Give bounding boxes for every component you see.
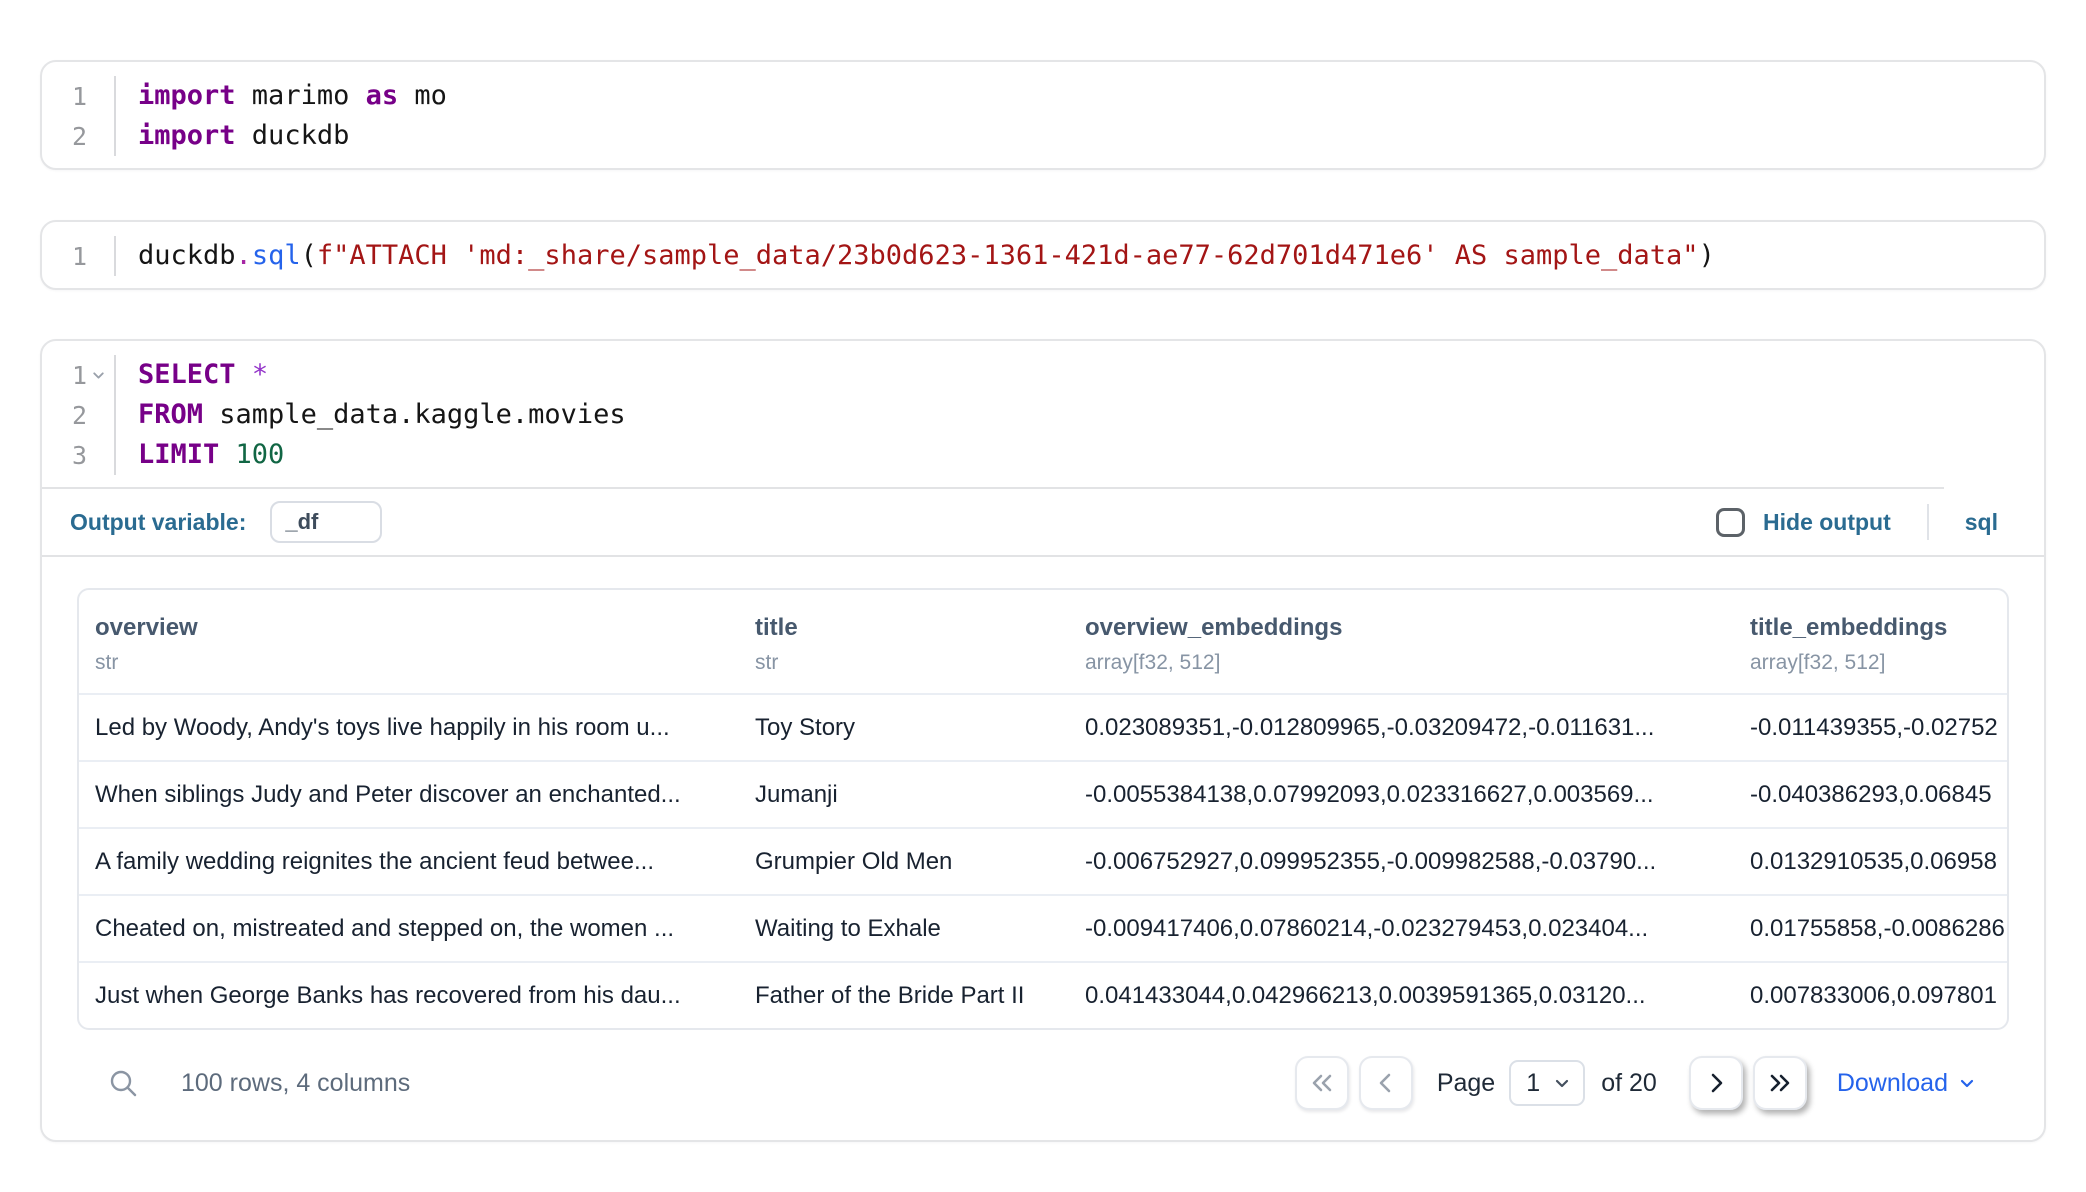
table-cell: Toy Story [739, 714, 1069, 742]
table-cell: A family wedding reignites the ancient f… [79, 848, 739, 876]
table-cell: 0.007833006,0.097801 [1734, 982, 2007, 1010]
fold-chevron-icon[interactable] [90, 367, 107, 384]
table-cell: -0.009417406,0.07860214,-0.023279453,0.0… [1069, 915, 1734, 943]
dataframe-table: overview str title str overview_embeddingsar… [77, 588, 2009, 1030]
output-variable-label: Output variable: [70, 509, 246, 536]
hide-output-label[interactable]: Hide output [1763, 509, 1891, 536]
code-cell-imports: 12 import marimo as moimport duckdb [40, 60, 2046, 170]
code-content[interactable]: duckdb.sql(f"ATTACH 'md:_share/sample_da… [116, 236, 2044, 276]
table-cell: Waiting to Exhale [739, 915, 1069, 943]
table-cell: 0.0132910535,0.06958 [1734, 848, 2007, 876]
code-line: FROM sample_data.kaggle.movies [138, 395, 2044, 435]
table-cell: Jumanji [739, 781, 1069, 809]
table-header-row: overview str title str overview_embeddingsar… [79, 590, 2007, 693]
line-number: 2 [42, 116, 114, 156]
line-number-gutter: 12 [42, 76, 116, 156]
sql-cell: 123 SELECT *FROM sample_data.kaggle.movi… [40, 339, 2046, 1142]
row-count-summary: 100 rows, 4 columns [181, 1069, 410, 1098]
table-cell: -0.006752927,0.099952355,-0.009982588,-0… [1069, 848, 1734, 876]
table-row: Cheated on, mistreated and stepped on, t… [79, 894, 2007, 961]
table-row: Just when George Banks has recovered fro… [79, 961, 2007, 1028]
line-number: 3 [42, 435, 114, 475]
divider [42, 555, 2044, 557]
chevrons-left-icon [1309, 1070, 1335, 1096]
page-label: Page [1437, 1069, 1495, 1098]
line-number: 2 [42, 395, 114, 435]
column-header-title[interactable]: title str [739, 614, 1069, 675]
code-line: duckdb.sql(f"ATTACH 'md:_share/sample_da… [138, 236, 2044, 276]
code-editor[interactable]: 1 duckdb.sql(f"ATTACH 'md:_share/sample_… [42, 222, 2044, 288]
table-cell: Led by Woody, Andy's toys live happily i… [79, 714, 739, 742]
table-cell: 0.041433044,0.042966213,0.0039591365,0.0… [1069, 982, 1734, 1010]
column-name: title [755, 614, 1053, 642]
table-cell: -0.040386293,0.06845 [1734, 781, 2007, 809]
page-select[interactable]: 1 [1509, 1060, 1585, 1106]
code-content[interactable]: import marimo as moimport duckdb [116, 76, 2044, 156]
next-page-button[interactable] [1689, 1056, 1743, 1110]
chevron-down-icon [1957, 1073, 1977, 1093]
table-cell: 0.023089351,-0.012809965,-0.03209472,-0.… [1069, 714, 1734, 742]
code-editor[interactable]: 12 import marimo as moimport duckdb [42, 62, 2044, 168]
download-button[interactable]: Download [1837, 1069, 1977, 1098]
page-total-label: of 20 [1601, 1069, 1657, 1098]
table-cell: Father of the Bride Part II [739, 982, 1069, 1010]
chevrons-right-icon [1767, 1070, 1793, 1096]
table-cell: Just when George Banks has recovered fro… [79, 982, 739, 1010]
column-dtype: array[f32, 512] [1750, 651, 1991, 675]
column-header-overview_embeddings[interactable]: overview_embeddings array[f32, 512] [1069, 614, 1734, 675]
table-cell: Cheated on, mistreated and stepped on, t… [79, 915, 739, 943]
table-cell: -0.0055384138,0.07992093,0.023316627,0.0… [1069, 781, 1734, 809]
line-number-gutter: 123 [42, 355, 116, 475]
vertical-divider [1927, 504, 1929, 540]
search-icon[interactable] [107, 1067, 139, 1099]
table-body: Led by Woody, Andy's toys live happily i… [79, 693, 2007, 1028]
line-number: 1 [42, 355, 114, 395]
table-cell: 0.01755858,-0.0086286 [1734, 915, 2007, 943]
table-cell: -0.011439355,-0.02752 [1734, 714, 2007, 742]
hide-output-checkbox[interactable] [1716, 508, 1745, 537]
column-header-overview[interactable]: overview str [79, 614, 739, 675]
table-cell: Grumpier Old Men [739, 848, 1069, 876]
chevron-right-icon [1703, 1070, 1729, 1096]
column-header-title_embeddings[interactable]: title_embeddings array[f32, 512] [1734, 614, 2007, 675]
code-editor[interactable]: 123 SELECT *FROM sample_data.kaggle.movi… [42, 341, 2044, 487]
output-variable-bar: Output variable: _df Hide output sql [42, 489, 2044, 555]
first-page-button[interactable] [1295, 1056, 1349, 1110]
column-dtype: str [95, 651, 723, 675]
table-cell: When siblings Judy and Peter discover an… [79, 781, 739, 809]
page-select-value: 1 [1526, 1069, 1540, 1098]
code-cell-attach: 1 duckdb.sql(f"ATTACH 'md:_share/sample_… [40, 220, 2046, 290]
chevron-down-icon [1552, 1073, 1572, 1093]
code-line: SELECT * [138, 355, 2044, 395]
line-number: 1 [42, 76, 114, 116]
code-line: import duckdb [138, 116, 2044, 156]
table-row: Led by Woody, Andy's toys live happily i… [79, 693, 2007, 760]
code-content[interactable]: SELECT *FROM sample_data.kaggle.moviesLI… [116, 355, 2044, 475]
code-line: LIMIT 100 [138, 435, 2044, 475]
column-dtype: str [755, 651, 1053, 675]
line-number-gutter: 1 [42, 236, 116, 276]
line-number: 1 [42, 236, 114, 276]
prev-page-button[interactable] [1359, 1056, 1413, 1110]
download-label: Download [1837, 1069, 1948, 1098]
table-row: When siblings Judy and Peter discover an… [79, 760, 2007, 827]
language-label[interactable]: sql [1965, 509, 1998, 536]
column-dtype: array[f32, 512] [1085, 651, 1718, 675]
last-page-button[interactable] [1753, 1056, 1807, 1110]
table-footer: 100 rows, 4 columns Page 1 of 20 [77, 1030, 2009, 1140]
column-name: overview [95, 614, 723, 642]
column-name: title_embeddings [1750, 614, 1991, 642]
column-name: overview_embeddings [1085, 614, 1718, 642]
output-variable-value: _df [285, 509, 318, 535]
chevron-left-icon [1373, 1070, 1399, 1096]
output-variable-input[interactable]: _df [270, 501, 382, 543]
table-row: A family wedding reignites the ancient f… [79, 827, 2007, 894]
code-line: import marimo as mo [138, 76, 2044, 116]
